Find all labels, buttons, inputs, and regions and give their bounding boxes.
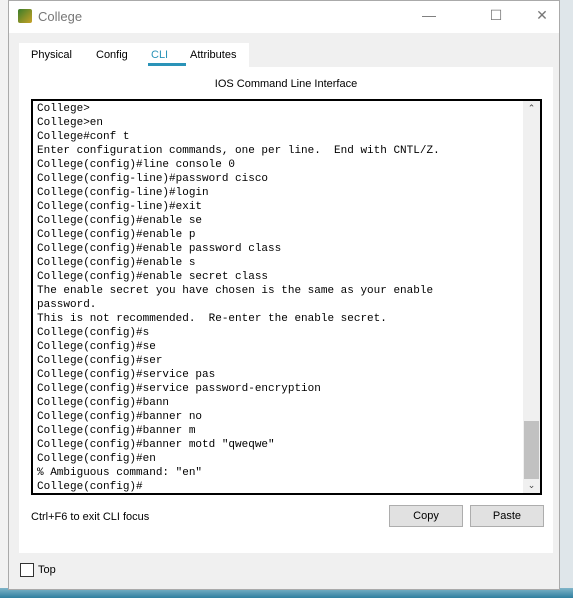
terminal-line: College(config)#banner motd "qweqwe" (37, 439, 275, 451)
terminal-line: College(config)#bann (37, 397, 170, 409)
minimize-button[interactable]: — (414, 7, 444, 27)
copy-button[interactable]: Copy (389, 505, 463, 527)
terminal-line: The enable secret you have chosen is the… (37, 285, 434, 297)
terminal-output: College> College>en College#conf t Enter co… (37, 102, 440, 493)
cli-panel: IOS Command Line Interface College> Colle… (19, 67, 553, 553)
device-window: College — ☐ ✕ Physical Config CLI Attrib… (8, 0, 560, 590)
paste-button[interactable]: Paste (470, 505, 544, 527)
tab-bar: Physical Config CLI Attributes (19, 43, 249, 67)
terminal-line: College>en (37, 117, 104, 129)
scrollbar-thumb[interactable] (524, 421, 539, 479)
tab-attributes[interactable]: Attributes (190, 49, 236, 61)
router-icon (18, 9, 32, 23)
terminal-line: College(config)#ser (37, 355, 163, 367)
terminal-line: College(config)#enable p (37, 229, 196, 241)
vertical-scrollbar[interactable]: ⌃ ⌄ (523, 101, 540, 493)
top-checkbox-label: Top (38, 564, 56, 576)
tab-cli[interactable]: CLI (151, 49, 168, 61)
terminal-line: College(config-line)#login (37, 187, 209, 199)
cli-focus-hint: Ctrl+F6 to exit CLI focus (31, 511, 150, 523)
terminal-line: College(config)#en (37, 453, 156, 465)
tab-config[interactable]: Config (96, 49, 128, 61)
terminal-line: College(config)#enable secret class (37, 271, 269, 283)
close-button[interactable]: ✕ (527, 7, 557, 27)
terminal-line: College(config)#se (37, 341, 156, 353)
terminal-line: College(config)#service password-encrypt… (37, 383, 321, 395)
terminal-line: College(config)#banner m (37, 425, 196, 437)
terminal-line: College> (37, 103, 90, 115)
terminal-line: College(config-line)#password cisco (37, 173, 269, 185)
maximize-button[interactable]: ☐ (481, 7, 511, 27)
terminal-line: College(config)#enable password class (37, 243, 282, 255)
terminal-line: College(config)#s (37, 327, 150, 339)
terminal-line: This is not recommended. Re-enter the en… (37, 313, 387, 325)
scroll-down-icon[interactable]: ⌄ (523, 480, 540, 491)
terminal-line: Enter configuration commands, one per li… (37, 145, 440, 157)
terminal-line: College#conf t (37, 131, 130, 143)
active-tab-indicator (148, 63, 186, 66)
terminal-line: College(config-line)#exit (37, 201, 203, 213)
terminal-line: College(config)#enable se (37, 215, 203, 227)
terminal-line: % Ambiguous command: "en" (37, 467, 203, 479)
terminal-line: College(config)# (37, 481, 143, 493)
cli-terminal[interactable]: College> College>en College#conf t Enter co… (31, 99, 542, 495)
tab-physical[interactable]: Physical (31, 49, 72, 61)
top-checkbox[interactable] (20, 563, 34, 577)
terminal-line: College(config)#banner no (37, 411, 203, 423)
terminal-line: College(config)#line console 0 (37, 159, 236, 171)
panel-title: IOS Command Line Interface (214, 78, 358, 90)
terminal-line: College(config)#enable s (37, 257, 196, 269)
title-bar: College — ☐ ✕ (9, 1, 559, 33)
terminal-line: password. (37, 299, 97, 311)
scroll-up-icon[interactable]: ⌃ (523, 103, 540, 114)
window-title: College (38, 9, 83, 24)
terminal-line: College(config)#service pas (37, 369, 216, 381)
